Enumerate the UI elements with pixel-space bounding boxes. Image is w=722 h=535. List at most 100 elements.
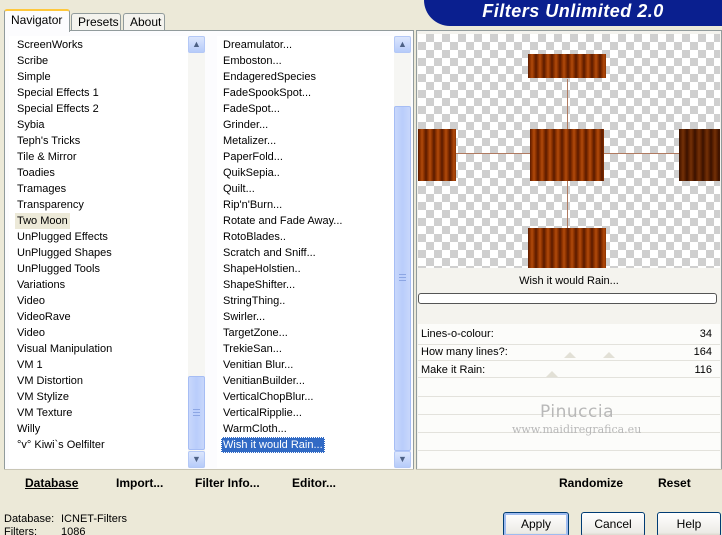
list-item[interactable]: Simple bbox=[15, 69, 53, 85]
tab-about[interactable]: About bbox=[123, 13, 165, 31]
parameter-value: 34 bbox=[699, 328, 712, 340]
list-item[interactable]: Grinder... bbox=[221, 117, 270, 133]
filter-scrollbar[interactable]: ▲ ▼ bbox=[394, 36, 411, 468]
scroll-grip-icon bbox=[193, 412, 200, 413]
category-list[interactable]: ScreenWorks Scribe Simple Special Effects 1… bbox=[9, 36, 205, 468]
list-item[interactable]: Scribe bbox=[15, 53, 50, 69]
list-item[interactable]: TargetZone... bbox=[221, 325, 290, 341]
slider-track[interactable] bbox=[418, 360, 720, 361]
scroll-down-icon[interactable]: ▼ bbox=[394, 451, 411, 468]
list-item[interactable]: Quilt... bbox=[221, 181, 257, 197]
filters-label: Filters: bbox=[4, 526, 37, 535]
list-item[interactable]: ShapeShifter... bbox=[221, 277, 297, 293]
preview-block bbox=[530, 129, 604, 181]
list-item[interactable]: UnPlugged Tools bbox=[15, 261, 102, 277]
scroll-grip-icon bbox=[193, 415, 200, 416]
progress-bar bbox=[418, 293, 717, 304]
slider-track[interactable] bbox=[418, 450, 720, 451]
list-item[interactable]: Rotate and Fade Away... bbox=[221, 213, 344, 229]
scroll-up-icon[interactable]: ▲ bbox=[394, 36, 411, 53]
list-item[interactable]: Variations bbox=[15, 277, 67, 293]
filter-info-button[interactable]: Filter Info... bbox=[195, 475, 260, 491]
parameter-row[interactable]: Make it Rain: 116 bbox=[418, 362, 720, 378]
filters-value: 1086 bbox=[61, 526, 86, 535]
filter-scroll-thumb[interactable] bbox=[394, 106, 411, 451]
list-item[interactable]: Swirler... bbox=[221, 309, 267, 325]
parameter-label: Lines-o-colour: bbox=[421, 328, 494, 340]
category-scrollbar[interactable]: ▲ ▼ bbox=[188, 36, 205, 468]
parameter-row[interactable]: How many lines?: 164 bbox=[418, 344, 720, 360]
list-item[interactable]: EndageredSpecies bbox=[221, 69, 318, 85]
list-item[interactable]: Sybia bbox=[15, 117, 47, 133]
list-item[interactable]: Special Effects 1 bbox=[15, 85, 101, 101]
parameter-label: How many lines?: bbox=[421, 346, 508, 358]
list-item[interactable]: FadeSpot... bbox=[221, 101, 282, 117]
list-item[interactable]: Toadies bbox=[15, 165, 57, 181]
list-item[interactable]: VM Distortion bbox=[15, 373, 85, 389]
list-item[interactable]: VM 1 bbox=[15, 357, 45, 373]
scroll-up-icon[interactable]: ▲ bbox=[188, 36, 205, 53]
list-item[interactable]: Tramages bbox=[15, 181, 68, 197]
list-item[interactable]: FadeSpookSpot... bbox=[221, 85, 313, 101]
list-item[interactable]: Transparency bbox=[15, 197, 86, 213]
list-item[interactable]: UnPlugged Effects bbox=[15, 229, 110, 245]
list-item[interactable]: Teph's Tricks bbox=[15, 133, 82, 149]
import-button[interactable]: Import... bbox=[116, 475, 163, 491]
watermark-name: Pinuccia bbox=[540, 402, 614, 422]
preview-block bbox=[418, 129, 456, 181]
list-item[interactable]: VenitianBuilder... bbox=[221, 373, 307, 389]
list-item[interactable]: StringThing.. bbox=[221, 293, 287, 309]
list-item[interactable]: RotoBlades.. bbox=[221, 229, 288, 245]
reset-button[interactable]: Reset bbox=[658, 475, 691, 491]
list-item[interactable]: °v° Kiwi`s Oelfilter bbox=[15, 437, 107, 453]
database-label: Database: bbox=[4, 513, 55, 525]
cancel-button[interactable]: Cancel bbox=[581, 512, 645, 535]
list-item[interactable]: Metalizer... bbox=[221, 133, 278, 149]
database-button[interactable]: Database bbox=[25, 475, 78, 491]
watermark-url: www.maidiregrafica.eu bbox=[512, 423, 642, 436]
scroll-down-icon[interactable]: ▼ bbox=[188, 451, 205, 468]
list-item[interactable]: Venitian Blur... bbox=[221, 357, 295, 373]
filter-list[interactable]: Dreamulator... Emboston... EndageredSpecie… bbox=[217, 36, 411, 468]
list-item[interactable]: VM Stylize bbox=[15, 389, 71, 405]
randomize-button[interactable]: Randomize bbox=[559, 475, 623, 491]
editor-button[interactable]: Editor... bbox=[292, 475, 336, 491]
list-item[interactable]: Rip'n'Burn... bbox=[221, 197, 284, 213]
list-item[interactable]: Wish it would Rain... bbox=[221, 437, 325, 453]
tab-navigator[interactable]: Navigator bbox=[4, 9, 70, 32]
list-item[interactable]: TrekieSan... bbox=[221, 341, 284, 357]
list-item[interactable]: Willy bbox=[15, 421, 42, 437]
list-item[interactable]: Video bbox=[15, 293, 47, 309]
parameter-value: 164 bbox=[693, 346, 712, 358]
database-value: ICNET-Filters bbox=[61, 513, 127, 525]
list-item[interactable]: Scratch and Sniff... bbox=[221, 245, 318, 261]
parameter-row[interactable]: Lines-o-colour: 34 bbox=[418, 326, 720, 342]
list-item[interactable]: Special Effects 2 bbox=[15, 101, 101, 117]
scroll-grip-icon bbox=[399, 274, 406, 275]
tab-presets[interactable]: Presets bbox=[71, 13, 121, 31]
parameter-value: 116 bbox=[694, 364, 712, 376]
list-item[interactable]: PaperFold... bbox=[221, 149, 285, 165]
list-item[interactable]: Video bbox=[15, 325, 47, 341]
slider-track[interactable] bbox=[418, 396, 720, 397]
banner-title: Filters Unlimited 2.0 bbox=[482, 1, 664, 21]
list-item[interactable]: Visual Manipulation bbox=[15, 341, 114, 357]
help-button[interactable]: Help bbox=[657, 512, 721, 535]
apply-button[interactable]: Apply bbox=[503, 512, 569, 535]
list-item[interactable]: VerticalRipplie... bbox=[221, 405, 304, 421]
preview-image bbox=[418, 34, 720, 268]
scroll-grip-icon bbox=[399, 280, 406, 281]
list-item[interactable]: VerticalChopBlur... bbox=[221, 389, 316, 405]
list-item[interactable]: QuikSepia.. bbox=[221, 165, 282, 181]
list-item[interactable]: Emboston... bbox=[221, 53, 284, 69]
list-item[interactable]: Dreamulator... bbox=[221, 37, 294, 53]
list-item[interactable]: ShapeHolstien.. bbox=[221, 261, 303, 277]
list-item[interactable]: WarmCloth... bbox=[221, 421, 289, 437]
category-scroll-thumb[interactable] bbox=[188, 376, 205, 450]
list-item[interactable]: ScreenWorks bbox=[15, 37, 85, 53]
list-item[interactable]: UnPlugged Shapes bbox=[15, 245, 114, 261]
list-item[interactable]: VideoRave bbox=[15, 309, 73, 325]
list-item[interactable]: VM Texture bbox=[15, 405, 74, 421]
list-item[interactable]: Two Moon bbox=[15, 213, 70, 229]
list-item[interactable]: Tile & Mirror bbox=[15, 149, 78, 165]
